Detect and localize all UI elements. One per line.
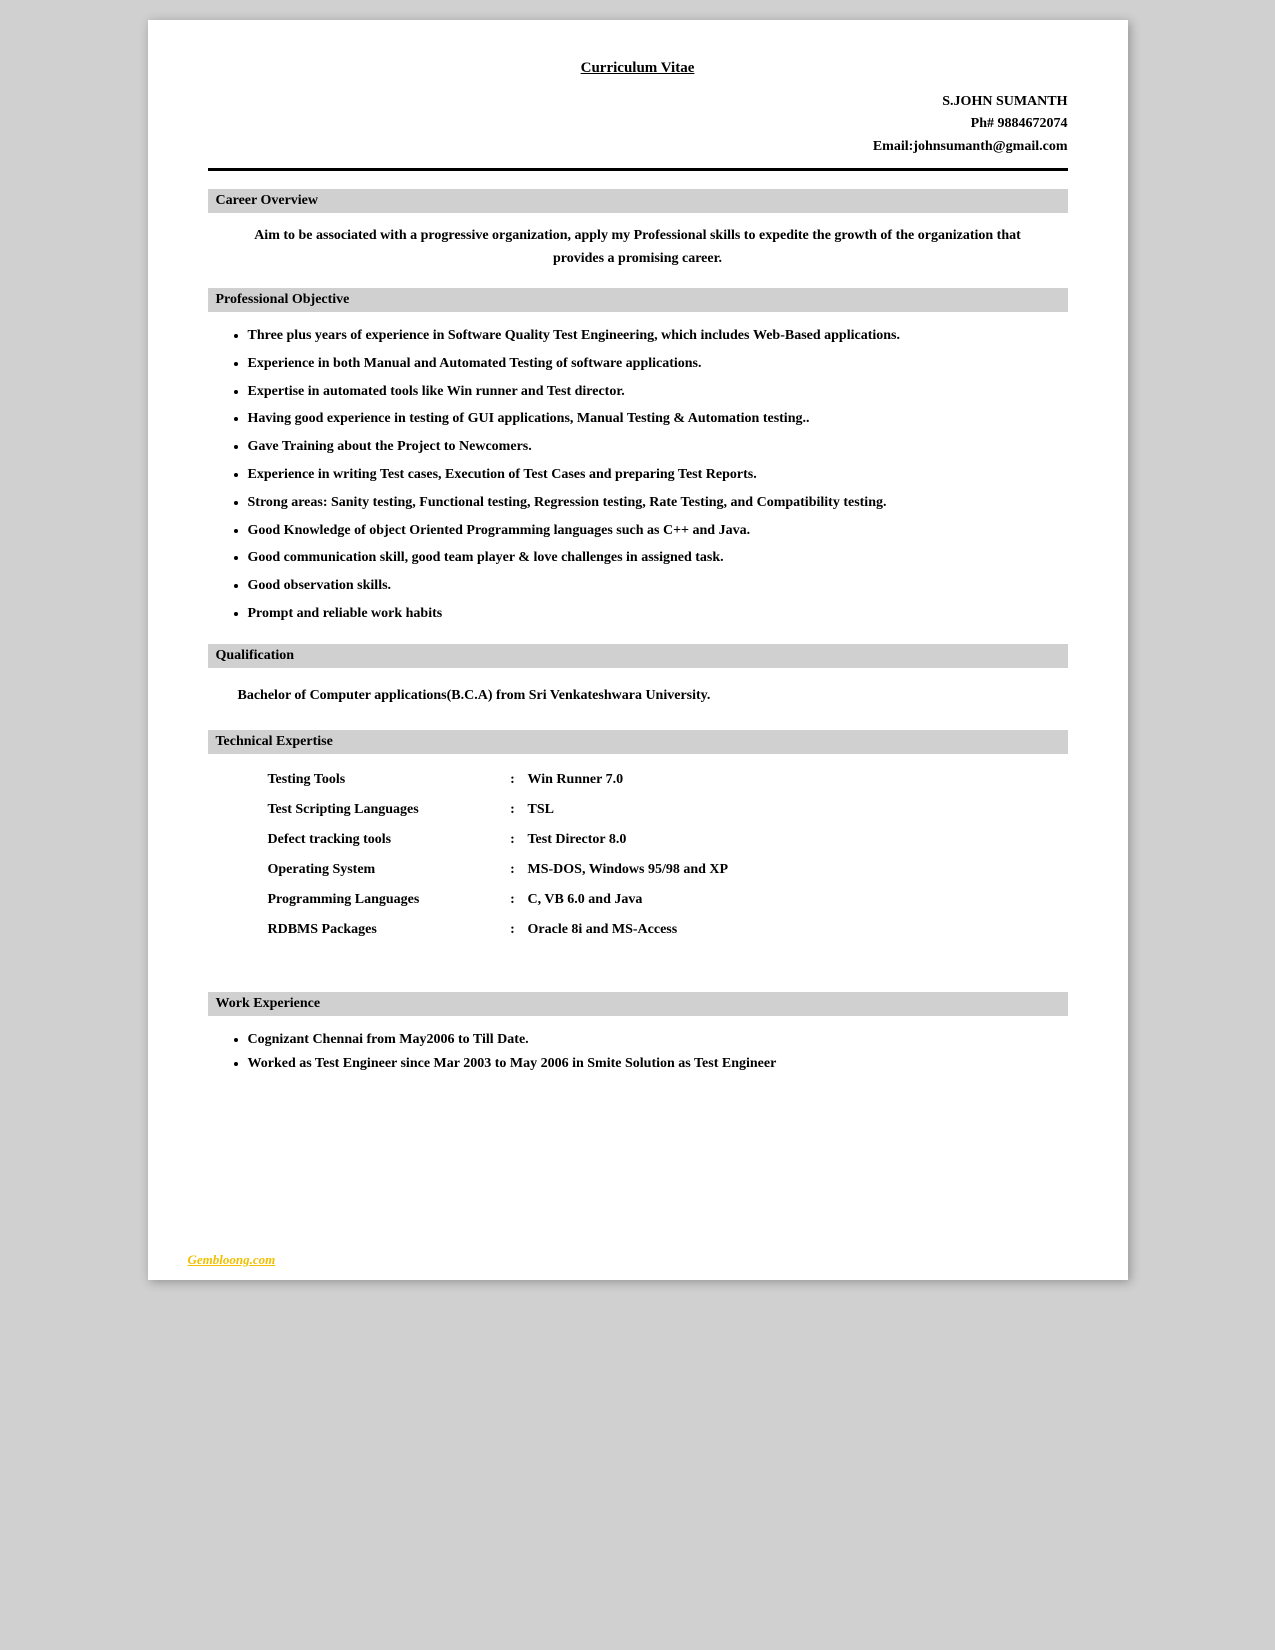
tech-row-rdbms: RDBMS Packages : Oracle 8i and MS-Access	[268, 916, 1068, 944]
tech-value-defect-tracking: Test Director 8.0	[528, 826, 1068, 854]
career-overview-section: Career Overview Aim to be associated wit…	[208, 189, 1068, 270]
tech-label-scripting-languages: Test Scripting Languages	[268, 796, 498, 824]
list-item: Good Knowledge of object Oriented Progra…	[248, 519, 1068, 543]
qualification-text: Bachelor of Computer applications(B.C.A)…	[208, 680, 1068, 712]
tech-label-programming-languages: Programming Languages	[268, 886, 498, 914]
spacer	[208, 962, 1068, 992]
career-overview-text: Aim to be associated with a progressive …	[208, 225, 1068, 270]
technical-expertise-header: Technical Expertise	[208, 730, 1068, 754]
watermark: Gembloong.com	[188, 1252, 276, 1268]
tech-row-testing-tools: Testing Tools : Win Runner 7.0	[268, 766, 1068, 794]
tech-label-rdbms: RDBMS Packages	[268, 916, 498, 944]
list-item: Expertise in automated tools like Win ru…	[248, 380, 1068, 404]
list-item: Experience in writing Test cases, Execut…	[248, 463, 1068, 487]
list-item: Good observation skills.	[248, 574, 1068, 598]
work-experience-list: Cognizant Chennai from May2006 to Till D…	[208, 1028, 1068, 1076]
resume-page: Curriculum Vitae S.JOHN SUMANTH Ph# 9884…	[148, 20, 1128, 1280]
qualification-header: Qualification	[208, 644, 1068, 668]
list-item: Gave Training about the Project to Newco…	[248, 435, 1068, 459]
qualification-section: Qualification Bachelor of Computer appli…	[208, 644, 1068, 712]
tech-row-scripting-languages: Test Scripting Languages : TSL	[268, 796, 1068, 824]
tech-value-scripting-languages: TSL	[528, 796, 1068, 824]
header-divider	[208, 168, 1068, 171]
tech-value-programming-languages: C, VB 6.0 and Java	[528, 886, 1068, 914]
tech-label-testing-tools: Testing Tools	[268, 766, 498, 794]
tech-label-defect-tracking: Defect tracking tools	[268, 826, 498, 854]
contact-email: Email:johnsumanth@gmail.com	[208, 136, 1068, 158]
professional-objective-header: Professional Objective	[208, 288, 1068, 312]
list-item: Experience in both Manual and Automated …	[248, 352, 1068, 376]
technical-expertise-table: Testing Tools : Win Runner 7.0 Test Scri…	[268, 766, 1068, 944]
professional-objective-list: Three plus years of experience in Softwa…	[208, 324, 1068, 626]
tech-value-rdbms: Oracle 8i and MS-Access	[528, 916, 1068, 944]
professional-objective-section: Professional Objective Three plus years …	[208, 288, 1068, 626]
contact-info: S.JOHN SUMANTH Ph# 9884672074 Email:john…	[208, 91, 1068, 158]
tech-value-operating-system: MS-DOS, Windows 95/98 and XP	[528, 856, 1068, 884]
tech-value-testing-tools: Win Runner 7.0	[528, 766, 1068, 794]
work-experience-header: Work Experience	[208, 992, 1068, 1016]
list-item: Having good experience in testing of GUI…	[248, 407, 1068, 431]
tech-label-operating-system: Operating System	[268, 856, 498, 884]
list-item: Cognizant Chennai from May2006 to Till D…	[248, 1028, 1068, 1052]
career-overview-header: Career Overview	[208, 189, 1068, 213]
list-item: Prompt and reliable work habits	[248, 602, 1068, 626]
technical-expertise-section: Technical Expertise Testing Tools : Win …	[208, 730, 1068, 944]
page-title: Curriculum Vitae	[208, 60, 1068, 77]
list-item: Good communication skill, good team play…	[248, 546, 1068, 570]
work-experience-section: Work Experience Cognizant Chennai from M…	[208, 992, 1068, 1076]
tech-row-operating-system: Operating System : MS-DOS, Windows 95/98…	[268, 856, 1068, 884]
tech-row-programming-languages: Programming Languages : C, VB 6.0 and Ja…	[268, 886, 1068, 914]
contact-name: S.JOHN SUMANTH	[208, 91, 1068, 113]
tech-row-defect-tracking: Defect tracking tools : Test Director 8.…	[268, 826, 1068, 854]
list-item: Three plus years of experience in Softwa…	[248, 324, 1068, 348]
list-item: Strong areas: Sanity testing, Functional…	[248, 491, 1068, 515]
contact-phone: Ph# 9884672074	[208, 113, 1068, 135]
list-item: Worked as Test Engineer since Mar 2003 t…	[248, 1052, 1068, 1076]
